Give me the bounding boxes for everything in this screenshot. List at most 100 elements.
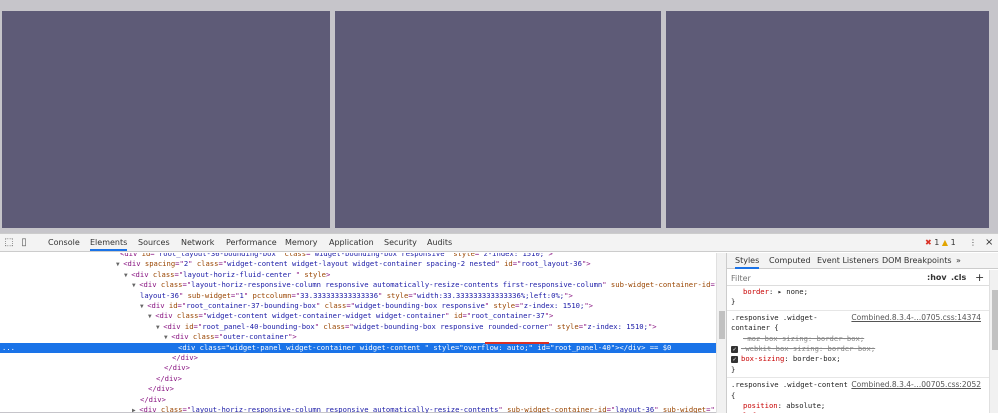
rule-brace[interactable]: container { <box>731 323 987 333</box>
dom-node-line[interactable]: ▼ <div class="outer-container"> <box>0 332 716 342</box>
dom-node-line[interactable]: ▼ <div class="widget-content widget-cont… <box>0 311 716 321</box>
code-token: class <box>196 259 219 269</box>
css-declaration[interactable]: -moz-box-sizing: border-box; <box>731 334 987 344</box>
code-token: =" <box>177 301 187 310</box>
panel-right[interactable] <box>666 11 989 228</box>
code-token: layout-horiz-fluid-center <box>183 269 296 279</box>
tab-security[interactable]: Security <box>384 234 417 251</box>
css-declaration[interactable]: border: ▸ none; <box>731 287 987 297</box>
tab-elements[interactable]: Elements <box>90 234 128 251</box>
code-token: =" <box>193 321 203 331</box>
code-token: <div <box>155 311 177 321</box>
dom-node-line[interactable]: </div> <box>0 374 716 384</box>
code-token: class <box>324 301 347 310</box>
code-token: widget-bounding-box responsive rounded-c… <box>353 321 549 331</box>
tab-dom-breakpoints[interactable]: DOM Breakpoints <box>882 253 952 269</box>
dom-node-line[interactable]: </div> <box>0 363 716 373</box>
tab-more[interactable]: » <box>956 253 961 269</box>
rule-source-link[interactable]: Combined.8.3.4-…00705.css:2052 <box>851 380 981 390</box>
tab-console[interactable]: Console <box>48 234 80 251</box>
elements-scroll-thumb[interactable] <box>719 311 725 339</box>
panel-left[interactable] <box>2 11 330 228</box>
dom-node-line[interactable]: </div> <box>0 395 716 405</box>
styles-pane: Styles Computed Event Listeners DOM Brea… <box>726 253 998 413</box>
device-toolbar-icon[interactable]: ▯ <box>18 237 30 249</box>
code-token: style <box>453 253 475 258</box>
tab-performance[interactable]: Performance <box>226 234 277 251</box>
declaration-text: box-sizing: border-box; <box>741 354 841 364</box>
elements-scrollbar[interactable] <box>716 253 726 413</box>
spelling-underline <box>485 342 549 344</box>
tab-network[interactable]: Network <box>181 234 214 251</box>
code-token: " <box>178 290 188 300</box>
selected-dom-node[interactable]: ... <div class="widget-panel widget-conta… <box>0 342 716 353</box>
tab-audits[interactable]: Audits <box>427 234 452 251</box>
css-declaration[interactable]: ✓ box-sizing: border-box; <box>731 354 987 364</box>
rule-brace[interactable]: { <box>731 391 987 401</box>
selector-text: .responsive .widget- <box>731 312 818 322</box>
dom-node-line[interactable]: </div> <box>0 353 716 363</box>
tab-application[interactable]: Application <box>329 234 374 251</box>
node-dots[interactable]: ... <box>2 343 15 353</box>
code-token: style <box>304 269 326 279</box>
code-token: layout-horiz-responsive-column responsiv… <box>191 280 603 290</box>
rule-brace[interactable]: } <box>731 297 987 307</box>
rule-brace[interactable]: } <box>731 365 987 375</box>
dom-node-line[interactable]: </div> <box>0 384 716 394</box>
code-token: z-index: 1510; <box>483 253 545 258</box>
new-rule-button[interactable]: + <box>975 270 984 286</box>
rule-source-link[interactable]: Combined.8.3.4-…0705.css:14374 <box>851 313 981 323</box>
style-rules[interactable]: border: ▸ none;} .responsive .widget- Comb… <box>727 287 989 413</box>
dom-node-line[interactable]: ▼ <div id="root_panel-40-bounding-box" c… <box>0 322 716 332</box>
tab-memory[interactable]: Memory <box>285 234 318 251</box>
code-token: "> <box>564 290 573 300</box>
code-token: =" <box>291 290 301 300</box>
more-icon[interactable]: ⋮ <box>969 234 977 251</box>
declaration-checkbox-icon[interactable]: ✓ <box>731 355 738 363</box>
code-token: =" <box>474 253 484 258</box>
code-token: =" <box>346 301 355 310</box>
rule-selector[interactable]: .responsive .widget- Combined.8.3.4-…0705… <box>731 313 987 323</box>
code-token: <div <box>123 259 145 269</box>
tab-styles[interactable]: Styles <box>735 253 760 269</box>
cls-button[interactable]: .cls <box>951 270 966 286</box>
close-icon[interactable]: × <box>985 234 993 251</box>
code-token: widget-content widget-layout widget-cont… <box>227 259 496 269</box>
dom-node-line[interactable]: ▼ <div class="layout-horiz-responsive-co… <box>0 280 716 290</box>
css-declaration[interactable]: ✓ -webkit-box-sizing: border-box; <box>731 344 987 354</box>
code-token: =" <box>182 280 192 290</box>
code-token: =" <box>174 269 184 279</box>
dom-node-line[interactable]: ▼ <div id="root_container-37-bounding-bo… <box>0 301 716 311</box>
declaration-text: -webkit-box-sizing: border-box; <box>741 344 876 353</box>
tab-sources[interactable]: Sources <box>138 234 170 251</box>
css-declaration[interactable]: position: absolute; <box>731 401 987 411</box>
code-token: class <box>284 253 307 258</box>
dom-node-line[interactable]: ▼ <div spacing="2" class="widget-content… <box>0 259 716 269</box>
rule-selector[interactable]: .responsive .widget-content Combined.8.3.… <box>731 380 987 390</box>
styles-scrollbar[interactable] <box>989 270 998 413</box>
inspect-element-icon[interactable]: ⬚ <box>3 237 15 249</box>
code-token: <div <box>171 332 193 342</box>
code-token: =" <box>214 332 224 342</box>
code-token: z-index: 1510; <box>587 321 648 331</box>
code-token: =" <box>515 301 524 310</box>
code-token: class <box>192 332 215 342</box>
code-token: =" <box>175 259 184 269</box>
tab-event-listeners[interactable]: Event Listeners <box>817 253 879 269</box>
console-status[interactable]: ✖ 1 ▲ 1 <box>925 234 956 251</box>
code-token: " <box>548 321 558 331</box>
code-token: " <box>316 301 325 310</box>
styles-filter-input[interactable] <box>731 272 911 284</box>
code-token: widget-content widget-container-widget w… <box>207 311 446 321</box>
dom-node-line[interactable]: ▼ <div class="layout-horiz-fluid-center … <box>0 270 716 280</box>
tab-computed[interactable]: Computed <box>769 253 811 269</box>
panel-center[interactable] <box>335 11 661 228</box>
hov-button[interactable]: :hov <box>927 270 947 286</box>
styles-scroll-thumb[interactable] <box>992 290 998 350</box>
dom-node-line[interactable]: layout-36" sub-widget="1" pctcolumn="33.… <box>0 291 716 301</box>
code-token: == $0 <box>645 342 672 352</box>
code-token: " <box>243 290 253 300</box>
code-token: <div <box>178 342 200 352</box>
declaration-checkbox-icon[interactable]: ✓ <box>731 345 738 353</box>
elements-tree[interactable]: <div id="root_layout-36-bounding-box" cl… <box>0 253 726 413</box>
